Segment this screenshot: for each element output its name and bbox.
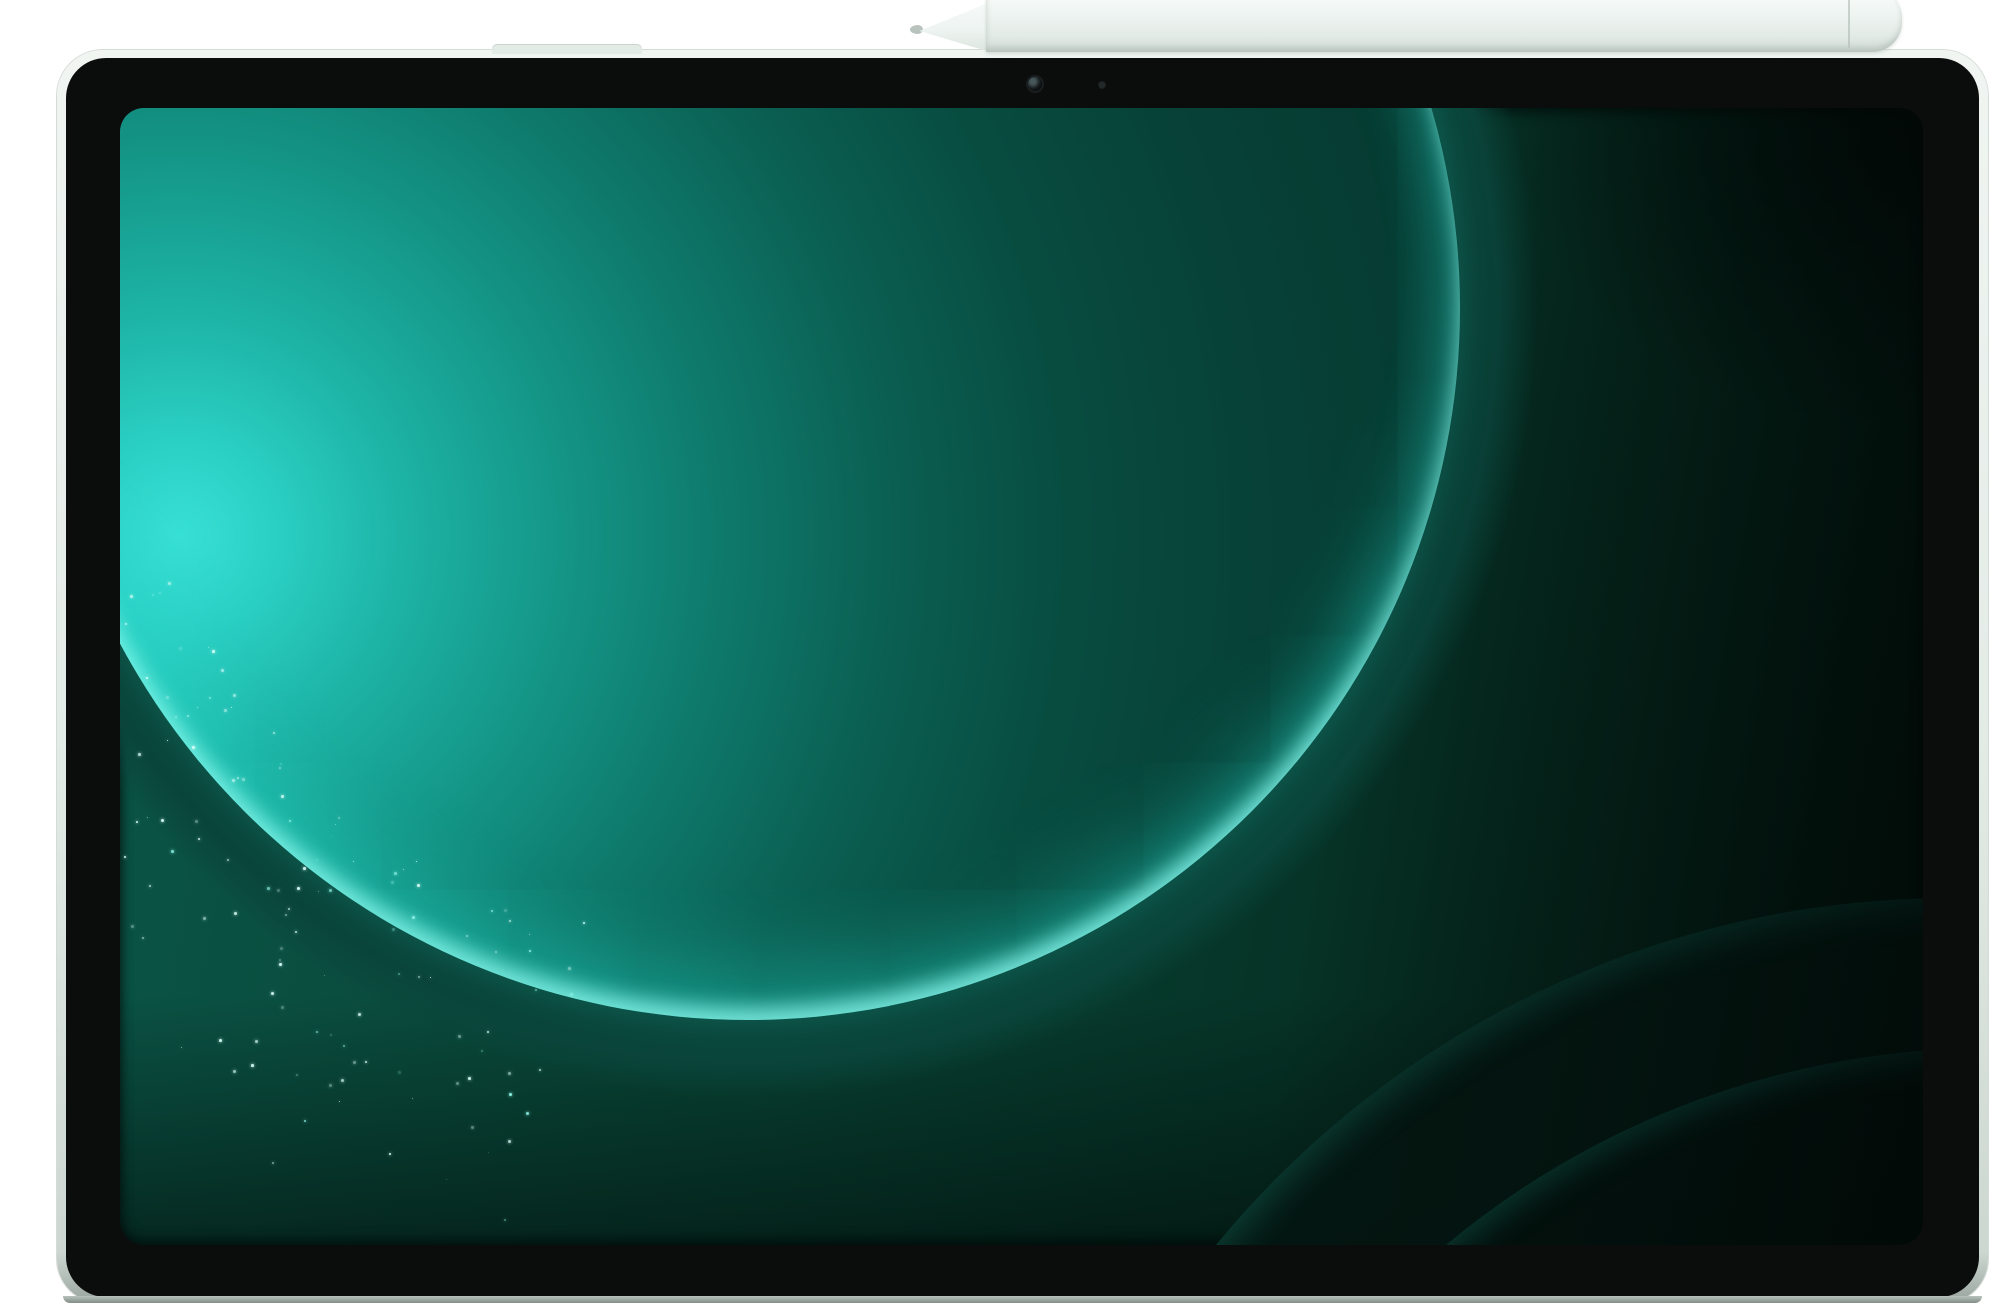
tablet-frame-bottom-edge: [63, 1296, 1982, 1303]
tablet-body: [57, 50, 1988, 1303]
product-photo-stage: [0, 0, 2000, 1303]
light-sensor-icon: [1098, 81, 1106, 89]
wallpaper-sparkles: [120, 108, 1923, 1245]
stylus-nib: [910, 25, 923, 34]
stylus-tip-cone: [918, 2, 990, 52]
stylus-cap-seam: [1848, 0, 1850, 48]
front-camera-icon: [1028, 77, 1042, 91]
stylus-pen: [986, 0, 1902, 52]
top-button: [492, 44, 642, 54]
tablet-screen: [120, 108, 1923, 1245]
